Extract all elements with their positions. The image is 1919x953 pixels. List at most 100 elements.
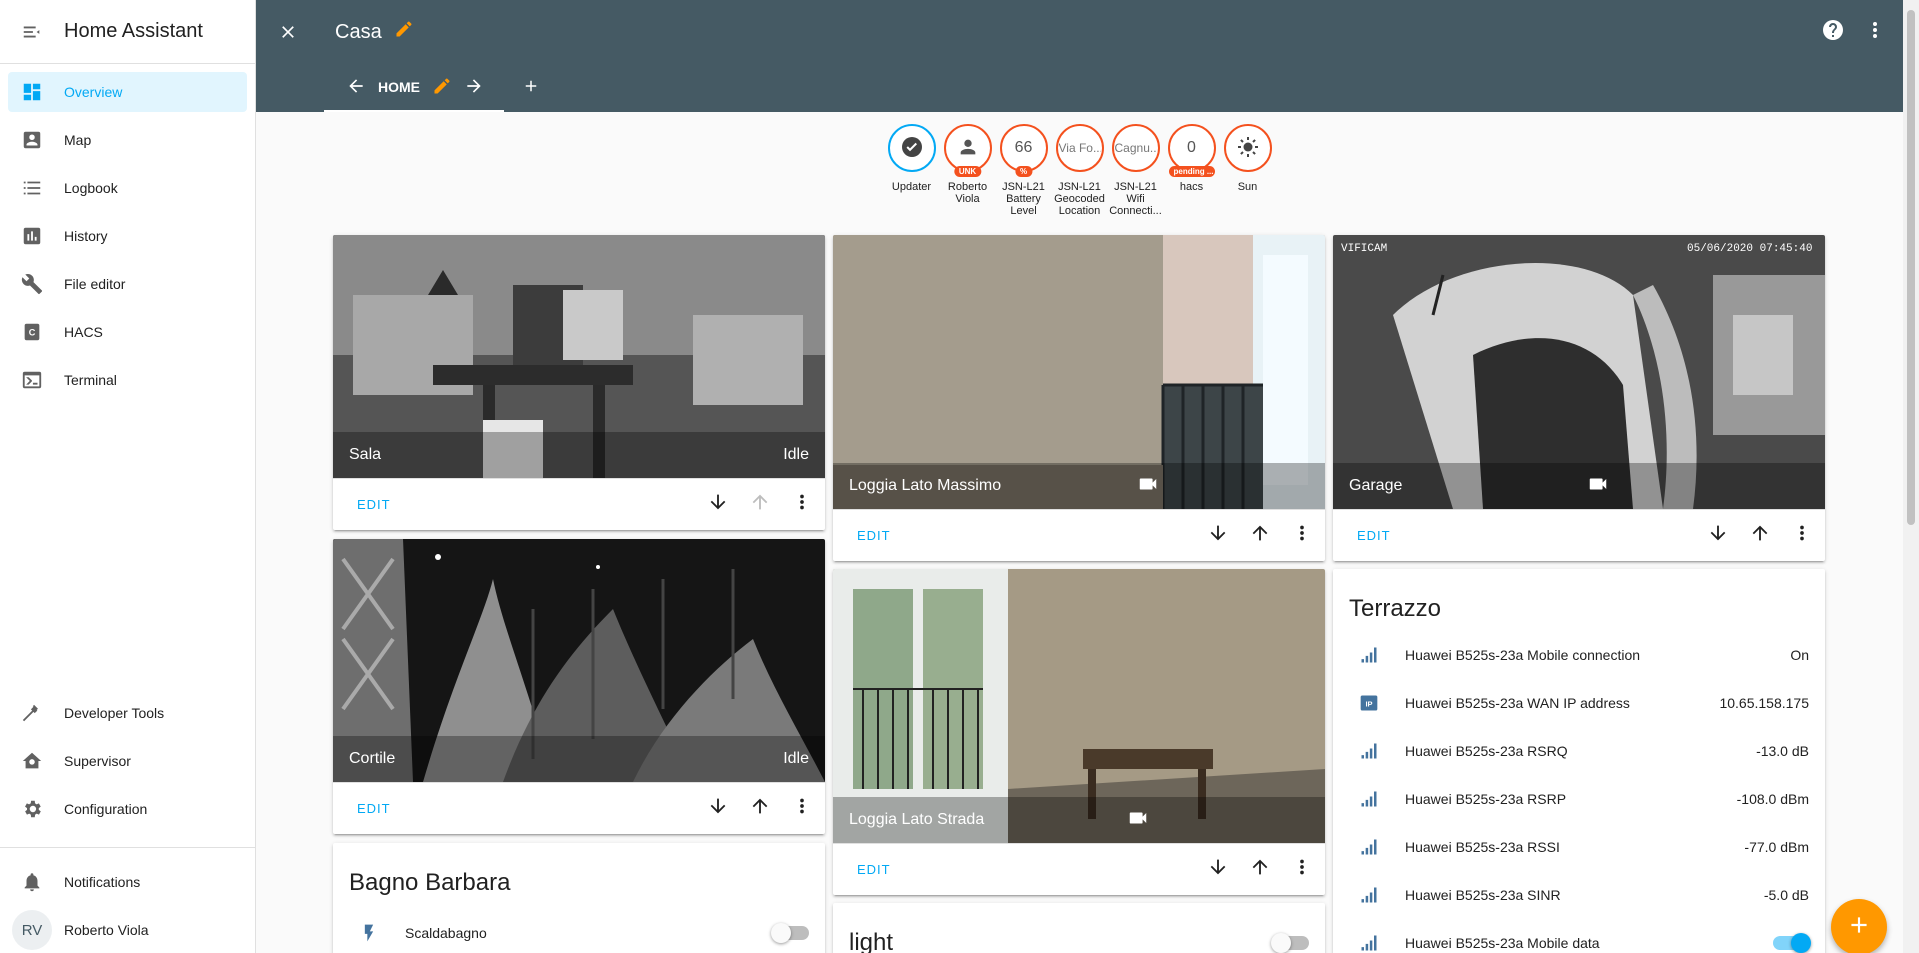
badge-wifi[interactable]: Cagnu... JSN-L21 Wifi Connecti... [1109,124,1162,217]
sidebar: Home Assistant Overview Map Logbook Hist… [0,0,256,953]
help-icon[interactable] [1821,18,1845,47]
edit-card-button[interactable]: EDIT [857,862,891,877]
sidebar-item-hacs[interactable]: C HACS [8,312,247,352]
entity-row[interactable]: Huawei B525s-23a RSRQ -13.0 dB [1333,727,1825,775]
entity-row[interactable]: IP Huawei B525s-23a WAN IP address 10.65… [1333,679,1825,727]
card-options-icon[interactable] [791,795,813,822]
entities-card-terrazzo: Terrazzo Huawei B525s-23a Mobile connect… [1333,569,1825,953]
sidebar-item-notifications[interactable]: Notifications [8,862,247,902]
move-up-icon[interactable] [1249,856,1271,883]
move-left-icon[interactable] [346,76,366,99]
scrollbar-thumb[interactable] [1907,10,1915,525]
badge-updater[interactable]: Updater [887,124,936,217]
check-circle-icon [900,135,924,162]
entity-row[interactable]: Scaldabagno [333,909,825,953]
menu-toggle-icon[interactable] [0,21,64,43]
sidebar-item-developer-tools[interactable]: Developer Tools [8,693,247,733]
camera-card-loggia-lato-massimo: Loggia Lato Massimo EDIT [833,235,1325,561]
signal-icon [1349,789,1389,809]
entity-row[interactable]: Huawei B525s-23a SINR -5.0 dB [1333,871,1825,919]
move-down-icon[interactable] [1207,856,1229,883]
scrollbar[interactable] [1903,0,1919,953]
camera-state: Idle [783,750,809,767]
sidebar-item-label: History [64,228,108,244]
edit-card-button[interactable]: EDIT [857,528,891,543]
move-down-icon[interactable] [1707,522,1729,549]
badge-hacs[interactable]: 0 pending ... hacs [1167,124,1216,217]
edit-card-button[interactable]: EDIT [1357,528,1391,543]
sidebar-item-supervisor[interactable]: Supervisor [8,741,247,781]
entity-state: -13.0 dB [1756,743,1809,759]
move-down-icon[interactable] [707,795,729,822]
move-up-icon[interactable] [1249,522,1271,549]
entity-row[interactable]: Huawei B525s-23a Mobile connection On [1333,631,1825,679]
ip-icon: IP [1349,693,1389,713]
entity-state: 10.65.158.175 [1719,695,1809,711]
badge-circle: Cagnu... [1111,124,1160,172]
svg-text:C: C [29,328,36,338]
close-icon[interactable] [274,18,302,46]
entity-state: -108.0 dBm [1736,791,1809,807]
card-action-icons [707,795,813,822]
camera-card-loggia-lato-strada: Loggia Lato Strada EDIT [833,569,1325,895]
camera-image[interactable]: Cortile Idle [333,539,825,782]
entity-row[interactable]: Huawei B525s-23a RSRP -108.0 dBm [1333,775,1825,823]
card-actions: EDIT [1333,509,1825,561]
camera-image[interactable]: Sala Idle [333,235,825,478]
sidebar-item-terminal[interactable]: Terminal [8,360,247,400]
card-options-icon[interactable] [1791,522,1813,549]
badge-label: Roberto Viola [947,181,988,205]
move-up-icon[interactable] [1749,522,1771,549]
more-vert-icon[interactable] [1863,18,1887,47]
app-title: Home Assistant [64,20,203,42]
sidebar-item-configuration[interactable]: Configuration [8,789,247,829]
card-options-icon[interactable] [1291,856,1313,883]
camera-footer: Loggia Lato Massimo [833,463,1325,509]
sidebar-item-profile[interactable]: RV Roberto Viola [8,910,247,950]
edit-title-icon[interactable] [394,19,414,45]
move-up-icon[interactable] [749,795,771,822]
camera-name: Garage [1349,477,1403,494]
sidebar-item-history[interactable]: History [8,216,247,256]
add-view-icon[interactable] [522,74,540,102]
camera-image[interactable]: Loggia Lato Massimo [833,235,1325,509]
move-down-icon[interactable] [707,491,729,518]
badge-circle: UNK [943,124,992,177]
sidebar-item-overview[interactable]: Overview [8,72,247,112]
badge-battery[interactable]: 66 % JSN-L21 Battery Level [999,124,1048,217]
camera-image[interactable]: VIFICAM 05/06/2020 07:45:40 Garage [1333,235,1825,509]
edit-view-icon[interactable] [432,76,452,99]
sidebar-divider [0,847,255,848]
sidebar-item-map[interactable]: Map [8,120,247,160]
sidebar-item-label: Supervisor [64,753,131,769]
badge-sun[interactable]: Sun [1223,124,1272,217]
entity-toggle[interactable] [771,923,809,943]
light-group-toggle[interactable] [1271,933,1309,953]
move-down-icon[interactable] [1207,522,1229,549]
sidebar-item-file-editor[interactable]: File editor [8,264,247,304]
move-up-icon[interactable] [749,491,771,518]
camera-image[interactable]: Loggia Lato Strada [833,569,1325,843]
tab-home[interactable]: HOME [324,64,504,112]
sidebar-item-label: Map [64,132,92,148]
edit-card-button[interactable]: EDIT [357,801,391,816]
svg-text:IP: IP [1365,699,1372,708]
card-options-icon[interactable] [791,491,813,518]
entity-row[interactable]: Huawei B525s-23a RSSI -77.0 dBm [1333,823,1825,871]
sidebar-header: Home Assistant [0,0,255,64]
card-options-icon[interactable] [1291,522,1313,549]
entity-toggle[interactable] [1773,933,1811,953]
edit-card-button[interactable]: EDIT [357,497,391,512]
hacs-icon: C [8,321,56,343]
badge-label: Sun [1237,181,1258,193]
badge-person[interactable]: UNK Roberto Viola [943,124,992,217]
sidebar-item-logbook[interactable]: Logbook [8,168,247,208]
entity-row[interactable]: Huawei B525s-23a Mobile data [1333,919,1825,953]
camera-footer: Sala Idle [333,432,825,478]
badge-label: Updater [891,181,932,193]
entity-name: Huawei B525s-23a RSSI [1405,839,1560,855]
badge-location[interactable]: Via Fo... JSN-L21 Geocoded Location [1054,124,1105,217]
move-right-icon[interactable] [464,76,484,99]
osd-timestamp: 05/06/2020 07:45:40 [1687,243,1812,255]
add-card-button[interactable] [1831,899,1887,953]
